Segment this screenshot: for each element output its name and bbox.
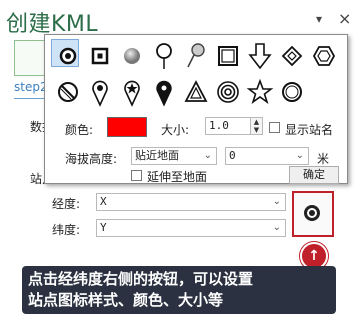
altitude-unit: 米 — [317, 152, 330, 166]
altitude-value-input[interactable]: 0 ⌄ — [225, 147, 309, 165]
star-icon[interactable] — [245, 77, 275, 107]
marker-style-button[interactable] — [292, 191, 334, 237]
circle-dot-icon[interactable] — [53, 41, 83, 71]
chevron-down-icon: ⌄ — [203, 150, 212, 161]
show-name-label: 显示站名 — [285, 123, 334, 137]
longitude-select[interactable]: X ⌄ — [96, 193, 286, 211]
extend-label: 延伸至地面 — [147, 170, 208, 184]
latitude-select[interactable]: Y ⌄ — [96, 219, 286, 237]
target-rings-icon[interactable] — [213, 77, 243, 107]
caption-line-1: 点击经纬度右侧的按钮，可以设置 — [28, 270, 254, 288]
latitude-label: 纬度: — [52, 223, 81, 237]
color-swatch[interactable] — [107, 117, 147, 137]
diamond-icon[interactable] — [277, 41, 307, 71]
altitude-mode-value: 贴近地面 — [135, 149, 179, 162]
marker-style-popup: 颜色: 大小: 1.0 ▲ ▼ 显示站名 海拔高度: 贴近地面 ⌄ 0 ⌄ 米 延… — [44, 34, 348, 184]
chevron-down-icon[interactable]: ▾ — [316, 12, 322, 26]
caption-line-2: 站点图标样式、颜色、大小等 — [28, 291, 224, 309]
extend-checkbox[interactable] — [131, 170, 142, 181]
pin-dot-icon[interactable] — [85, 77, 115, 107]
square-icon[interactable] — [213, 41, 243, 71]
gray-sphere-icon[interactable] — [117, 41, 147, 71]
pushpin-icon[interactable] — [181, 41, 211, 71]
square-dot-icon[interactable] — [85, 41, 115, 71]
balloon-pin-icon[interactable] — [149, 41, 179, 71]
triangle-icon[interactable] — [181, 77, 211, 107]
caption-banner: 点击经纬度右侧的按钮，可以设置 站点图标样式、颜色、大小等 — [22, 266, 336, 314]
no-sign-icon[interactable] — [53, 77, 83, 107]
latitude-value: Y — [100, 221, 107, 234]
circle-dot-center — [309, 210, 315, 216]
chevron-down-icon: ⌄ — [272, 222, 281, 233]
close-icon[interactable]: × — [338, 9, 351, 28]
ok-button[interactable]: 确定 — [289, 166, 339, 184]
step-label: step2 — [14, 80, 48, 94]
longitude-value: X — [100, 195, 107, 208]
chevron-down-icon: ⌄ — [295, 150, 304, 161]
altitude-value: 0 — [229, 149, 236, 162]
show-name-checkbox[interactable] — [269, 122, 280, 133]
down-arrow-icon[interactable] — [245, 41, 275, 71]
size-label: 大小: — [161, 123, 190, 137]
longitude-label: 经度: — [52, 197, 81, 211]
pin-star-icon[interactable] — [117, 77, 147, 107]
altitude-mode-select[interactable]: 贴近地面 ⌄ — [131, 147, 217, 165]
size-input[interactable]: 1.0 — [205, 117, 251, 135]
hexagon-icon[interactable] — [309, 41, 339, 71]
chevron-down-icon: ⌄ — [272, 196, 281, 207]
color-label: 颜色: — [65, 123, 94, 137]
pin-circle-icon[interactable] — [149, 77, 179, 107]
size-stepper[interactable]: ▲ ▼ — [251, 117, 263, 135]
open-circle-icon[interactable] — [277, 77, 307, 107]
altitude-label: 海拔高度: — [65, 152, 118, 166]
